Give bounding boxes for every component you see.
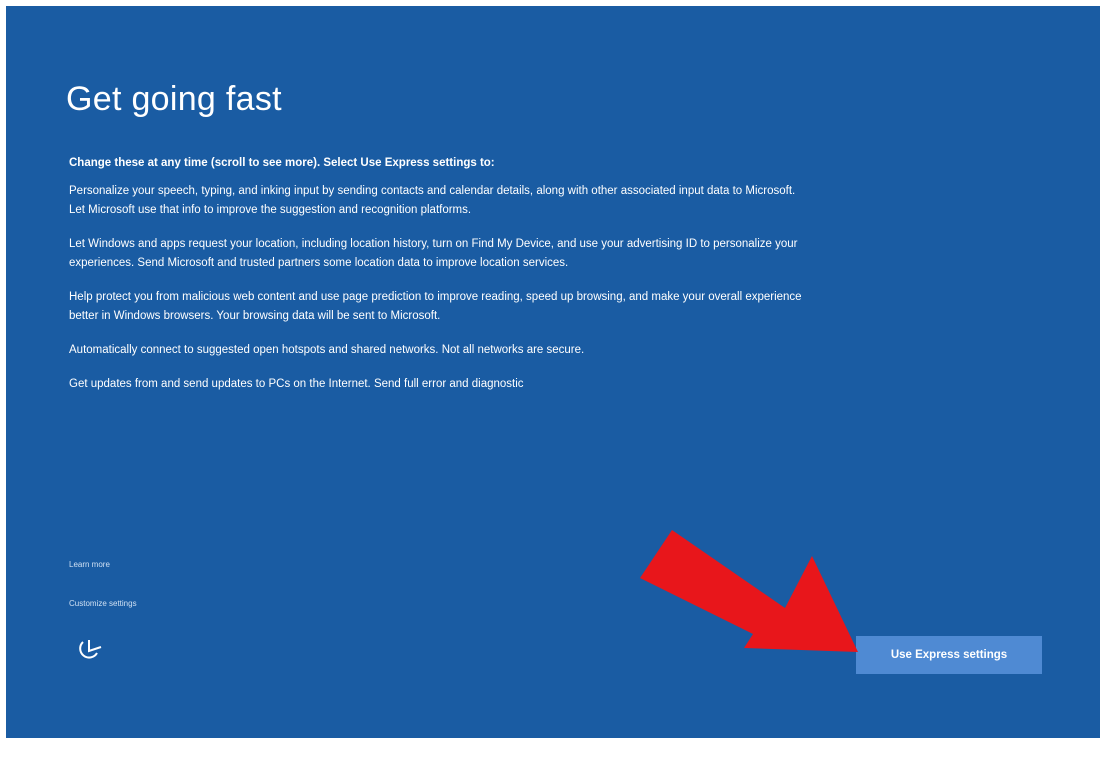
intro-text: Change these at any time (scroll to see …	[69, 157, 495, 169]
learn-more-link[interactable]: Learn more	[69, 560, 110, 569]
settings-description[interactable]: Change these at any time (scroll to see …	[69, 154, 804, 534]
paragraph-speech: Personalize your speech, typing, and ink…	[69, 185, 796, 216]
use-express-settings-button[interactable]: Use Express settings	[856, 636, 1042, 674]
paragraph-location: Let Windows and apps request your locati…	[69, 238, 798, 269]
bottom-border	[0, 738, 1106, 762]
paragraph-hotspots: Automatically connect to suggested open …	[69, 344, 585, 356]
page-title: Get going fast	[66, 80, 282, 118]
ease-of-access-icon[interactable]	[74, 634, 104, 664]
customize-settings-link[interactable]: Customize settings	[69, 599, 137, 608]
paragraph-updates: Get updates from and send updates to PCs…	[69, 378, 524, 390]
paragraph-browsing: Help protect you from malicious web cont…	[69, 291, 802, 322]
